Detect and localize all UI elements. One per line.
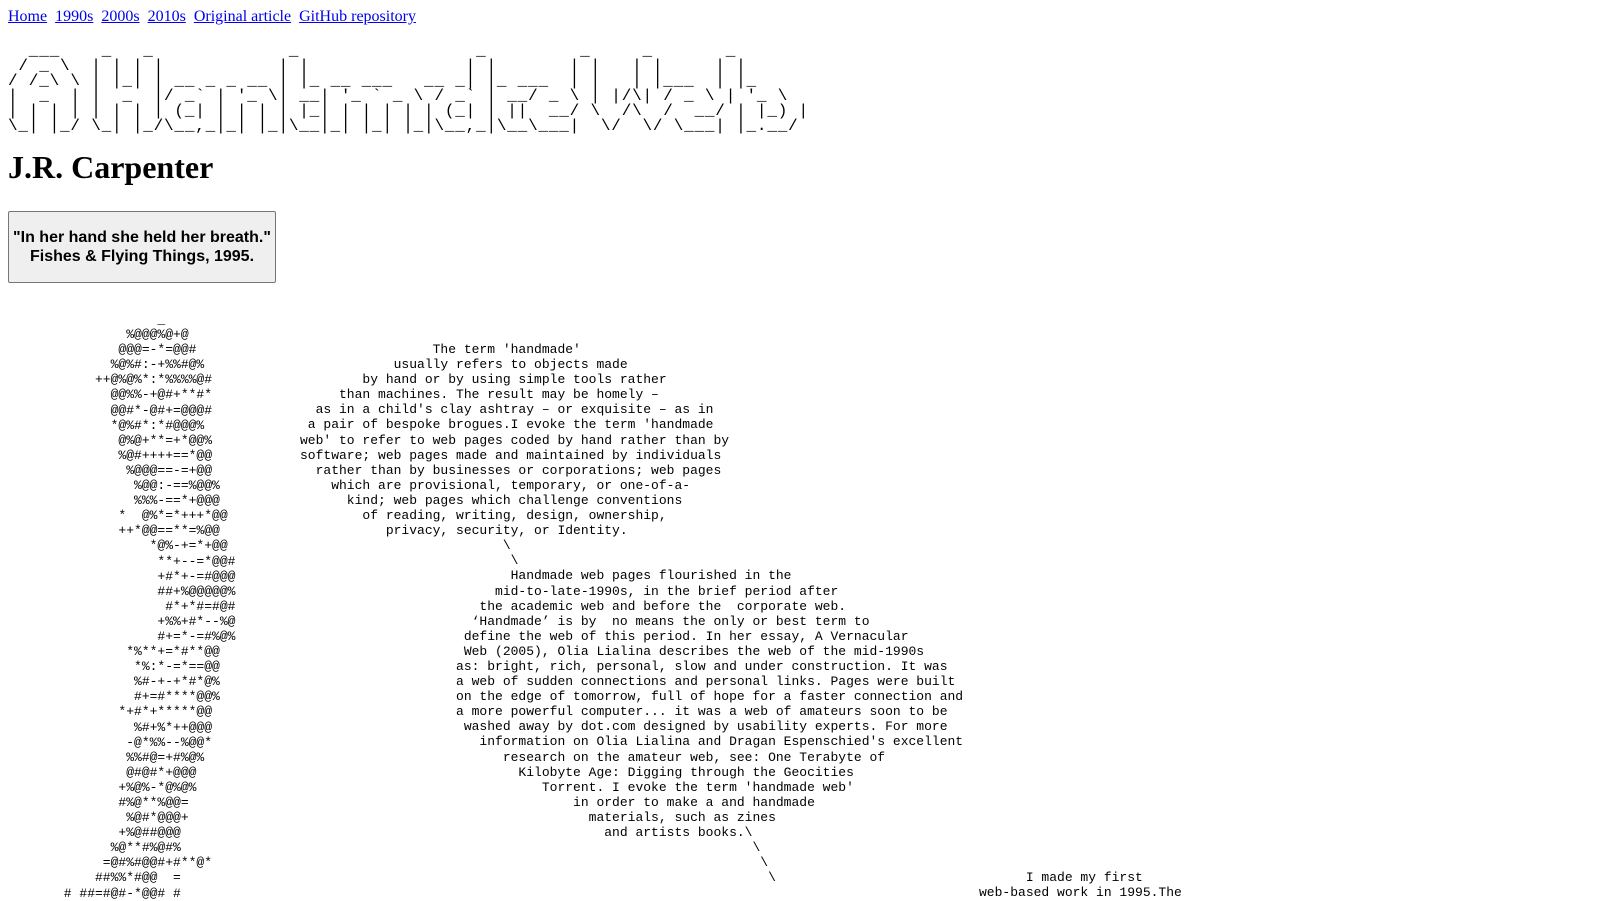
ascii-essay-text-continued: I made my first web-based work in 1995.T… [979,870,1182,901]
top-nav: Home 1990s 2000s 2010s Original article … [8,6,420,28]
quote-button[interactable]: "In her hand she held her breath." Fishe… [8,211,276,283]
ascii-title-banner: ___ _ _ _ _ _ _ _ / _ \ | | | | | | | | … [8,42,809,135]
nav-link-2010s[interactable]: 2010s [148,8,186,25]
ascii-essay-text: The term 'handmade' usually refers to ob… [300,342,964,886]
nav-link-2000s[interactable]: 2000s [101,8,139,25]
nav-link-original-article[interactable]: Original article [194,8,291,25]
quote-line: "In her hand she held her breath." [13,229,271,246]
nav-link-home[interactable]: Home [8,8,47,25]
nav-link-1990s[interactable]: 1990s [55,8,93,25]
nav-link-github-repository[interactable]: GitHub repository [299,8,416,25]
ascii-hand-art: _ %@@@%@+@ @@@=-*=@@# %@%#:-+%%#@% ++@%@… [63,312,236,901]
author-heading: J.R. Carpenter [8,149,214,185]
quote-source: Fishes & Flying Things, 1995. [29,248,255,265]
